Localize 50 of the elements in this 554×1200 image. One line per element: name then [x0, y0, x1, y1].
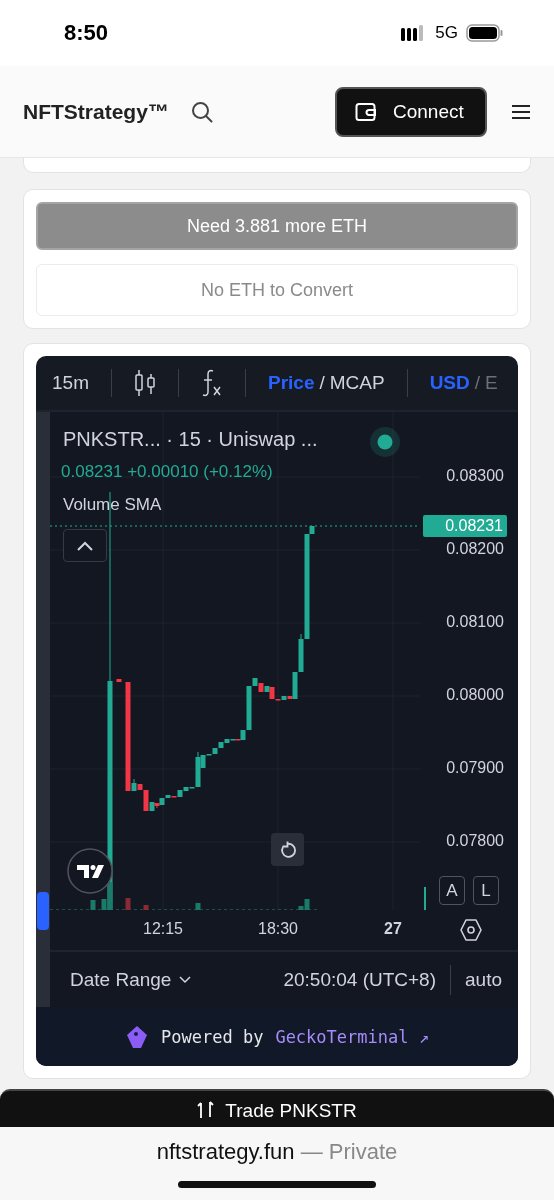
trade-button[interactable]: Trade PNKSTR [0, 1089, 554, 1127]
swap-arrows-icon [197, 1101, 216, 1119]
price-axis-label: 0.07900 [446, 759, 504, 777]
gecko-icon [125, 1024, 150, 1049]
slash-separator: / [319, 372, 325, 394]
price-axis-label: 0.08300 [446, 467, 504, 485]
collapse-button[interactable] [63, 529, 107, 562]
value-toggle[interactable]: Price [267, 372, 315, 394]
date-range-dropdown[interactable]: Date Range [70, 968, 192, 991]
network-label: 5G [435, 23, 458, 43]
search-icon[interactable] [190, 100, 213, 123]
timezone-clock: 20:50:04 (UTC+8) [283, 968, 436, 991]
price-axis-label: 0.08200 [446, 540, 504, 558]
chevron-up-icon [77, 540, 93, 551]
scale-button[interactable]: L [473, 876, 499, 905]
candle [116, 678, 122, 683]
price-change: 0.08231 +0.00010 (+0.12%) [61, 462, 273, 482]
scale-button[interactable]: A [439, 876, 465, 905]
site-logo[interactable]: NFTStrategy™ [23, 99, 169, 124]
wallet-icon [355, 101, 377, 122]
price-axis-label: 0.08100 [446, 613, 504, 631]
price-axis-label: 0.07800 [446, 832, 504, 850]
logo-icon[interactable] [67, 848, 113, 894]
menu-icon[interactable] [511, 103, 531, 120]
chart-title: PNKSTR... · 15 · Uniswap ... [63, 428, 318, 451]
time-axis-label: 12:15 [143, 920, 183, 939]
slash-separator: / [474, 372, 481, 394]
gecko-terminal-link[interactable]: GeckoTerminal ↗ [275, 1026, 429, 1047]
candles-icon[interactable] [133, 369, 156, 397]
last-price-tag: 0.08231 [423, 515, 507, 537]
connect-button[interactable]: Connect [335, 86, 487, 137]
interval-button[interactable]: 15m [52, 372, 89, 394]
reset-icon [278, 840, 297, 859]
status-time: 8:50 [64, 20, 110, 46]
value-toggle[interactable]: MCAP [329, 372, 385, 394]
settings-icon[interactable] [459, 918, 483, 943]
live-dot-icon [369, 426, 401, 458]
powered-by-text: Powered by [161, 1026, 264, 1047]
sidebar-handle[interactable] [37, 892, 49, 930]
auto-scale-button[interactable]: auto [465, 968, 502, 991]
reset-button[interactable] [271, 833, 304, 866]
indicator-label: Volume SMA [63, 495, 162, 515]
function-icon[interactable] [200, 368, 223, 398]
time-axis-label: 18:30 [258, 920, 298, 939]
address-bar-text[interactable]: nftstrategy.fun — Private [156, 1139, 398, 1165]
currency-toggle[interactable]: USD [429, 372, 470, 394]
price-axis-label: 0.08000 [446, 686, 504, 704]
time-axis-label: 27 [384, 920, 402, 939]
chevron-down-icon [179, 975, 192, 984]
battery-icon [466, 24, 504, 42]
